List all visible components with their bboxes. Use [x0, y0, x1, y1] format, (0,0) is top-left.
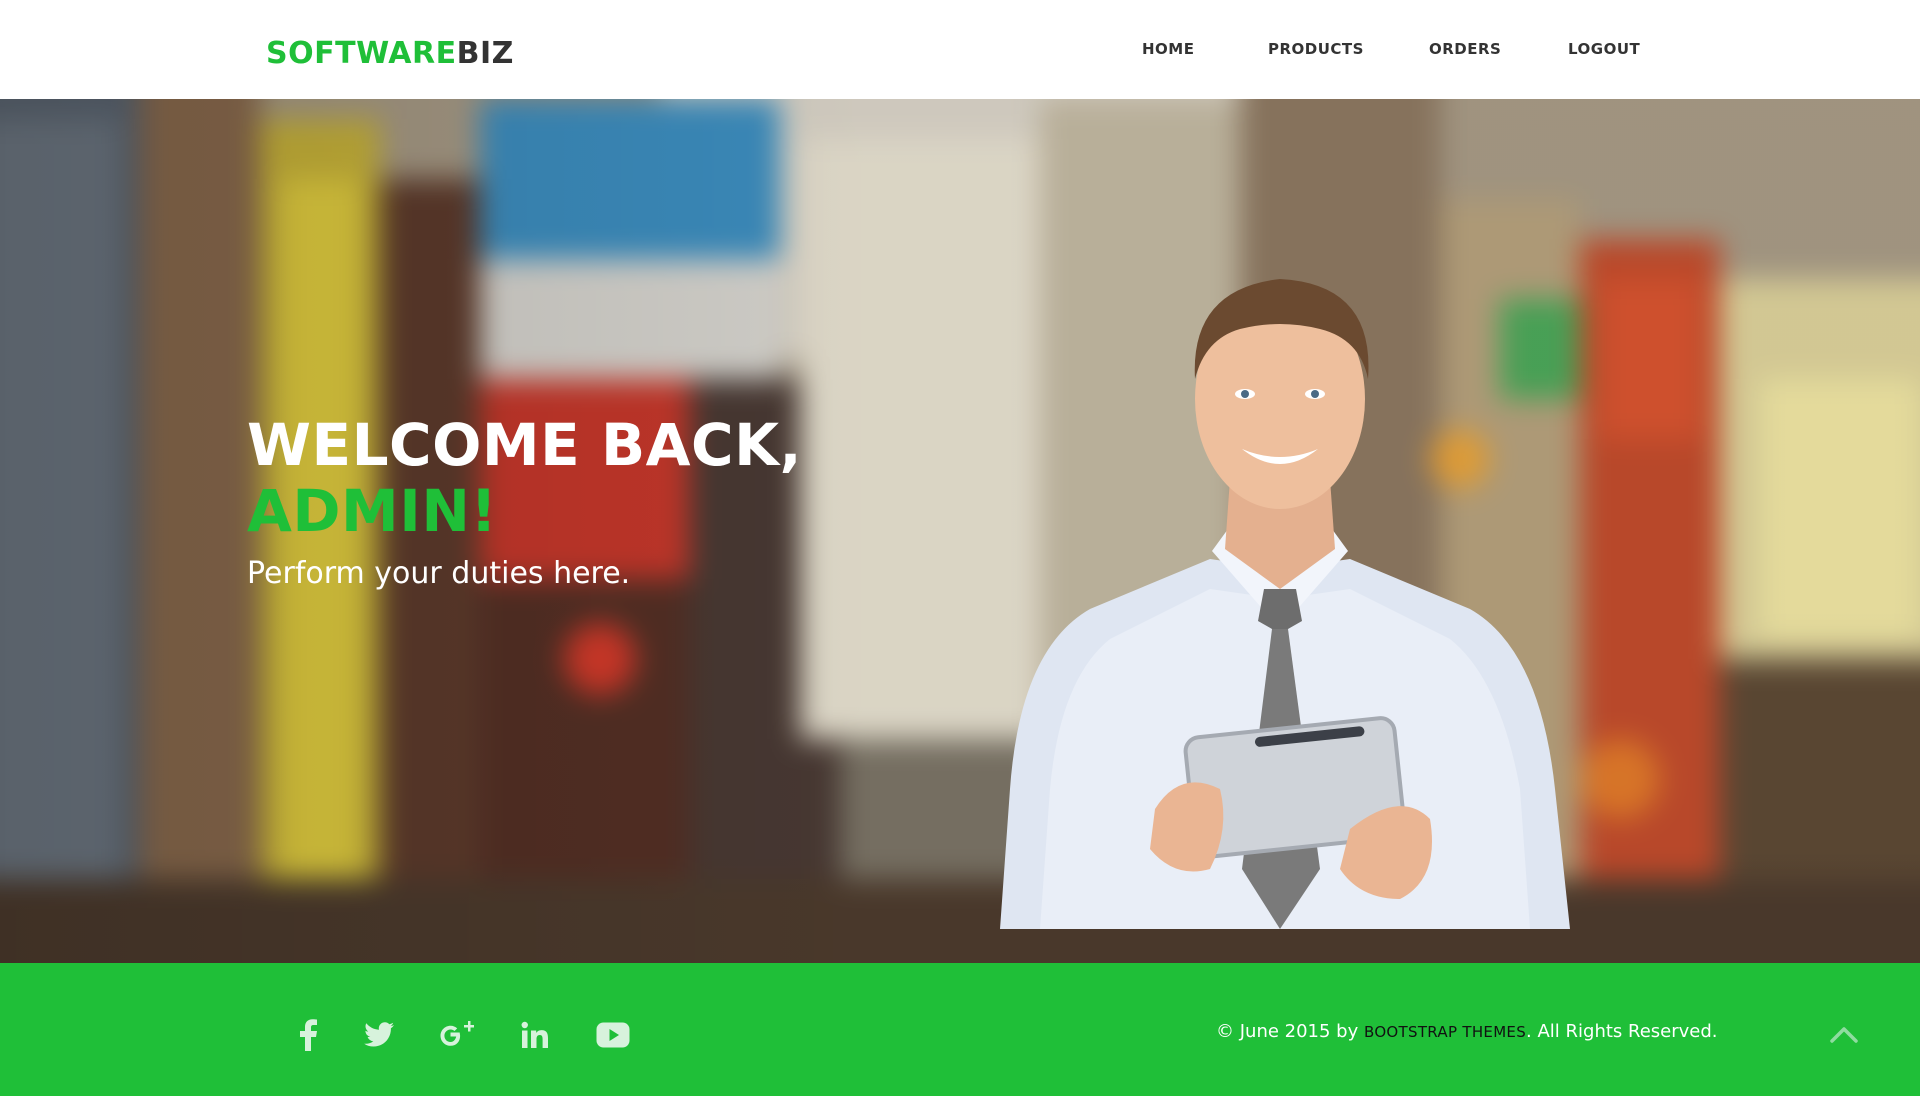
copyright-prefix: © June 2015 by: [1216, 1021, 1359, 1042]
twitter-icon[interactable]: [359, 1015, 399, 1055]
site-logo[interactable]: SOFTWAREBIZ: [266, 36, 514, 72]
hero-heading-admin: ADMIN!: [247, 477, 498, 545]
site-header: SOFTWAREBIZ HOME PRODUCTS ORDERS LOGOUT: [0, 0, 1920, 99]
nav-item-products[interactable]: PRODUCTS: [1268, 40, 1364, 58]
hero-subtitle: Perform your duties here.: [247, 556, 631, 591]
nav-item-orders[interactable]: ORDERS: [1429, 40, 1501, 58]
businessman-with-tablet-image: [1000, 279, 1570, 929]
site-footer: © June 2015 by BOOTSTRAP THEMES. All Rig…: [0, 963, 1920, 1096]
hero-heading: WELCOME BACK,: [247, 411, 803, 479]
copyright-suffix: . All Rights Reserved.: [1526, 1021, 1718, 1042]
google-plus-icon[interactable]: [437, 1015, 477, 1055]
logo-text-software: SOFTWARE: [266, 36, 457, 71]
nav-item-home[interactable]: HOME: [1142, 40, 1194, 58]
youtube-icon[interactable]: [593, 1015, 633, 1055]
linkedin-icon[interactable]: [515, 1015, 555, 1055]
facebook-icon[interactable]: [288, 1015, 328, 1055]
bootstrap-themes-link[interactable]: BOOTSTRAP THEMES: [1364, 1023, 1526, 1041]
hero-section: WELCOME BACK, ADMIN! Perform your duties…: [0, 99, 1920, 963]
chevron-up-icon[interactable]: [1826, 1019, 1862, 1049]
logo-text-biz: BIZ: [456, 36, 514, 71]
copyright-text: © June 2015 by BOOTSTRAP THEMES. All Rig…: [1216, 1021, 1718, 1043]
nav-item-logout[interactable]: LOGOUT: [1568, 40, 1640, 58]
